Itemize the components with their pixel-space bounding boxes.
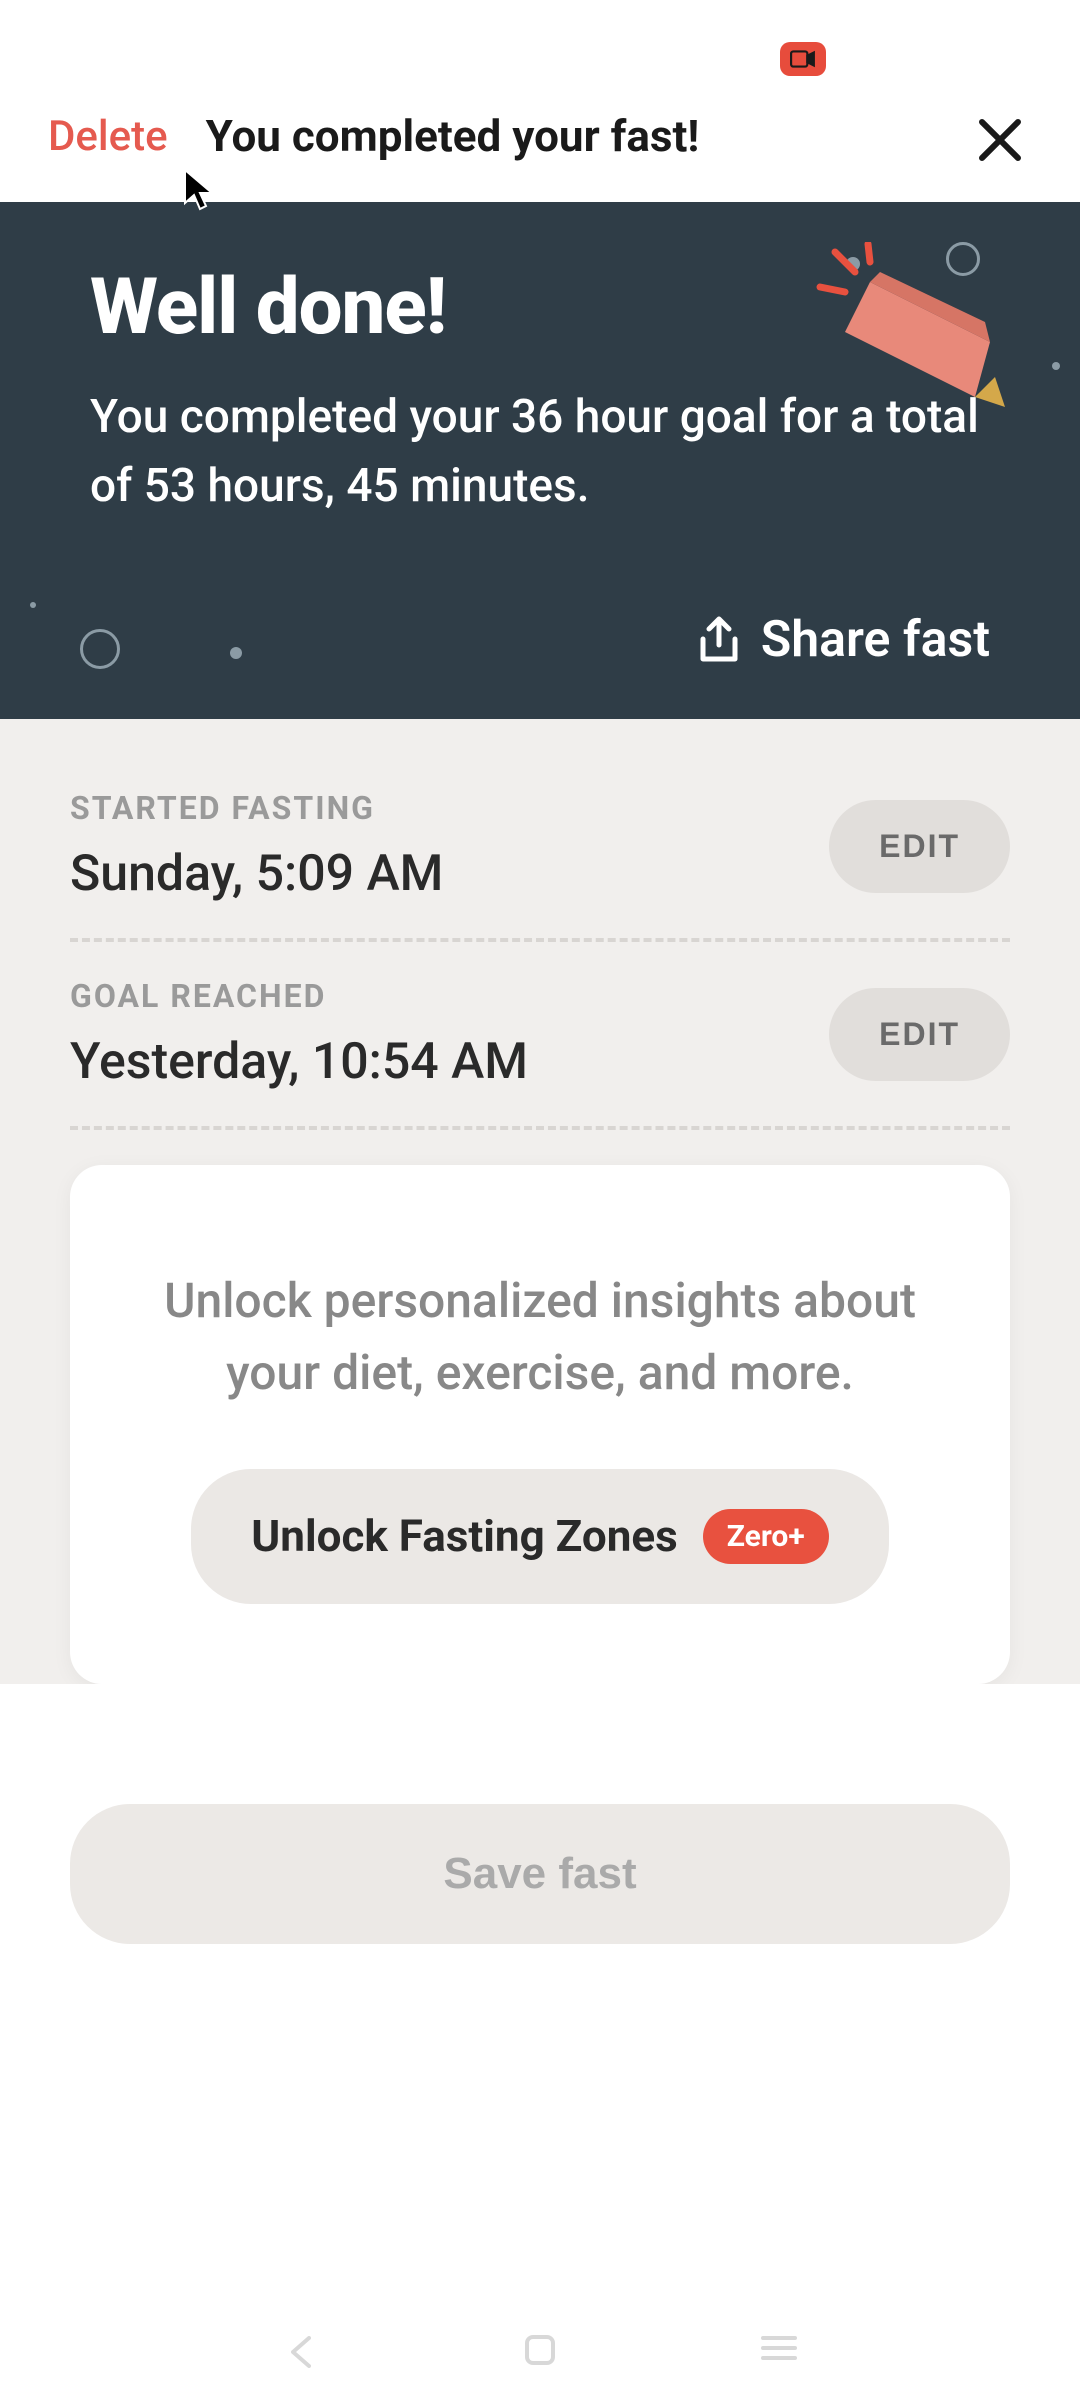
header-bar: Delete You completed your fast! [0, 90, 1080, 202]
goal-value: Yesterday, 10:54 AM [70, 1033, 528, 1091]
unlock-label: Unlock Fasting Zones [251, 1510, 677, 1563]
delete-button[interactable]: Delete [48, 112, 168, 161]
share-fast-button[interactable]: Share fast [90, 611, 990, 669]
share-label: Share fast [761, 611, 990, 669]
started-label: STARTED FASTING [70, 789, 443, 827]
goal-label: GOAL REACHED [70, 977, 528, 1015]
recents-icon[interactable] [761, 2334, 797, 2362]
mouse-cursor-icon [180, 165, 220, 215]
zero-plus-badge: Zero+ [703, 1509, 829, 1564]
system-nav-bar [0, 2334, 1080, 2370]
screen-record-indicator [780, 42, 826, 76]
close-icon [976, 116, 1024, 164]
edit-started-button[interactable]: EDIT [829, 800, 1010, 893]
unlock-fasting-zones-button[interactable]: Unlock Fasting Zones Zero+ [191, 1469, 888, 1604]
hero-card: Well done! You completed your 36 hour go… [0, 202, 1080, 719]
share-icon [697, 615, 741, 665]
started-value: Sunday, 5:09 AM [70, 845, 443, 903]
status-bar [0, 0, 1080, 90]
promo-text: Unlock personalized insights about your … [130, 1265, 950, 1409]
started-fasting-row: STARTED FASTING Sunday, 5:09 AM EDIT [70, 789, 1010, 942]
close-button[interactable] [970, 110, 1030, 170]
content-area: STARTED FASTING Sunday, 5:09 AM EDIT GOA… [0, 719, 1080, 1684]
back-icon[interactable] [283, 2334, 319, 2370]
save-fast-button[interactable]: Save fast [70, 1804, 1010, 1944]
promo-card: Unlock personalized insights about your … [70, 1165, 1010, 1684]
edit-goal-button[interactable]: EDIT [829, 988, 1010, 1081]
page-title: You completed your fast! [206, 110, 700, 162]
party-popper-icon [810, 242, 1020, 422]
goal-reached-row: GOAL REACHED Yesterday, 10:54 AM EDIT [70, 977, 1010, 1130]
save-section: Save fast [0, 1684, 1080, 1944]
home-icon[interactable] [524, 2334, 556, 2366]
